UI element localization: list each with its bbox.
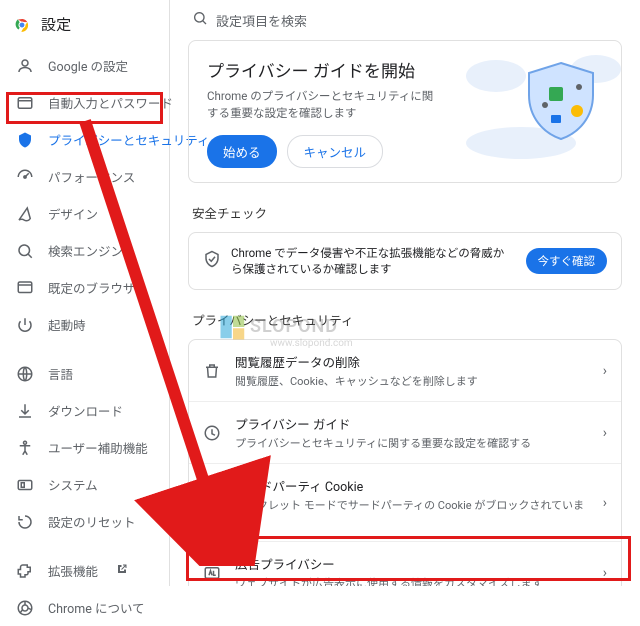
extension-icon (16, 562, 34, 580)
row-title: 広告プライバシー (235, 554, 589, 573)
browser-icon (16, 279, 34, 297)
row-sub: シークレット モードでサードパーティの Cookie がブロックされています (235, 497, 589, 529)
sidebar-item-extensions[interactable]: 拡張機能 (0, 552, 161, 589)
sidebar-item-label: 起動時 (48, 315, 86, 334)
sidebar-item-search-engine[interactable]: 検索エンジン (0, 232, 161, 269)
accessibility-icon (16, 439, 34, 457)
row-title: サードパーティ Cookie (235, 476, 589, 495)
trash-icon (203, 362, 221, 380)
privacy-guide-subtitle: Chrome のプライバシーとセキュリティに関する重要な設定を確認します (207, 88, 437, 121)
autofill-icon (16, 94, 34, 112)
chrome-logo-icon (13, 16, 31, 34)
search-icon (192, 10, 208, 30)
sidebar-item-label: 自動入力とパスワード (48, 93, 173, 112)
sidebar-item-about-chrome[interactable]: Chrome について (0, 589, 161, 626)
search-placeholder: 設定項目を検索 (216, 11, 307, 30)
row-title: プライバシー ガイド (235, 414, 589, 433)
chevron-right-icon: › (603, 425, 607, 441)
sidebar-item-google[interactable]: Google の設定 (0, 47, 161, 84)
sidebar-item-performance[interactable]: パフォーマンス (0, 158, 161, 195)
sidebar-item-system[interactable]: システム (0, 466, 161, 503)
start-button[interactable]: 始める (207, 135, 277, 168)
sidebar-item-label: 拡張機能 (48, 561, 98, 580)
chevron-right-icon: › (603, 495, 607, 511)
settings-title: 設定 (41, 14, 71, 35)
row-sub: 閲覧履歴、Cookie、キャッシュなどを削除します (235, 373, 589, 389)
safety-check-card: Chrome でデータ侵害や不正な拡張機能などの脅威から保護されているか確認しま… (188, 232, 622, 290)
sidebar-item-label: システム (48, 475, 98, 494)
search-bar[interactable]: 設定項目を検索 (188, 0, 622, 40)
privacy-rows: 閲覧履歴データの削除閲覧履歴、Cookie、キャッシュなどを削除します › プラ… (188, 339, 622, 586)
row-third-party-cookies[interactable]: サードパーティ Cookie シークレット モードでサードパーティの Cookie… (189, 463, 621, 541)
globe-icon (16, 365, 34, 383)
chrome-icon (16, 599, 34, 617)
watermark-logo-icon (218, 312, 248, 342)
row-title: 閲覧履歴データの削除 (235, 352, 589, 371)
download-icon (16, 402, 34, 420)
sidebar-item-label: 既定のブラウザ (48, 278, 136, 297)
safety-check-text: Chrome でデータ侵害や不正な拡張機能などの脅威から保護されているか確認しま… (231, 245, 516, 277)
chevron-right-icon: › (603, 565, 607, 581)
row-sub: ウェブサイトが広告表示に使用する情報をカスタマイズします (235, 575, 589, 586)
sidebar-item-default-browser[interactable]: 既定のブラウザ (0, 269, 161, 306)
system-icon (16, 476, 34, 494)
sidebar-item-label: ユーザー補助機能 (48, 438, 148, 457)
cancel-button[interactable]: キャンセル (287, 135, 384, 168)
user-icon (16, 57, 34, 75)
sidebar-item-reset[interactable]: 設定のリセット (0, 503, 161, 540)
sidebar-item-label: Google の設定 (48, 56, 128, 75)
shield-check-icon (203, 250, 221, 272)
shield-icon (16, 131, 34, 149)
settings-header: 設定 (0, 4, 169, 47)
sidebar-item-label: 言語 (48, 364, 73, 383)
sidebar-item-accessibility[interactable]: ユーザー補助機能 (0, 429, 161, 466)
cookie-icon (203, 494, 221, 512)
sidebar-item-startup[interactable]: 起動時 (0, 306, 161, 343)
row-privacy-guide[interactable]: プライバシー ガイドプライバシーとセキュリティに関する重要な設定を確認する › (189, 401, 621, 463)
sidebar: 設定 Google の設定 自動入力とパスワード プライバシーとセキュリティ パ… (0, 0, 170, 586)
brush-icon (16, 205, 34, 223)
speed-icon (16, 168, 34, 186)
sidebar-item-language[interactable]: 言語 (0, 355, 161, 392)
reset-icon (16, 513, 34, 531)
sidebar-item-label: 検索エンジン (48, 241, 123, 260)
guide-icon (203, 424, 221, 442)
sidebar-item-label: デザイン (48, 204, 98, 223)
privacy-guide-card: プライバシー ガイドを開始 Chrome のプライバシーとセキュリティに関する重… (188, 40, 622, 183)
safety-check-label: 安全チェック (192, 203, 618, 222)
privacy-guide-illustration (451, 41, 621, 182)
chevron-right-icon: › (603, 363, 607, 379)
privacy-security-label: プライバシーとセキュリティ (192, 310, 618, 329)
sidebar-item-design[interactable]: デザイン (0, 195, 161, 232)
sidebar-item-label: 設定のリセット (48, 512, 136, 531)
row-sub: プライバシーとセキュリティに関する重要な設定を確認する (235, 435, 589, 451)
power-icon (16, 316, 34, 334)
sidebar-item-label: パフォーマンス (48, 167, 135, 186)
sidebar-item-privacy[interactable]: プライバシーとセキュリティ (0, 121, 161, 158)
watermark-sub: www.slopond.com (270, 338, 353, 349)
row-ad-privacy[interactable]: 広告プライバシーウェブサイトが広告表示に使用する情報をカスタマイズします › (189, 541, 621, 586)
sidebar-item-label: ダウンロード (48, 401, 123, 420)
main-content: 設定項目を検索 プライバシー ガイドを開始 Chrome のプライバシーとセキュ… (170, 0, 640, 586)
search-icon (16, 242, 34, 260)
safety-check-button[interactable]: 今すぐ確認 (526, 248, 608, 274)
row-clear-browsing-data[interactable]: 閲覧履歴データの削除閲覧履歴、Cookie、キャッシュなどを削除します › (189, 340, 621, 401)
ad-icon (203, 564, 221, 582)
external-link-icon (116, 563, 128, 578)
sidebar-item-autofill[interactable]: 自動入力とパスワード (0, 84, 161, 121)
sidebar-item-label: Chrome について (48, 598, 145, 617)
sidebar-item-download[interactable]: ダウンロード (0, 392, 161, 429)
